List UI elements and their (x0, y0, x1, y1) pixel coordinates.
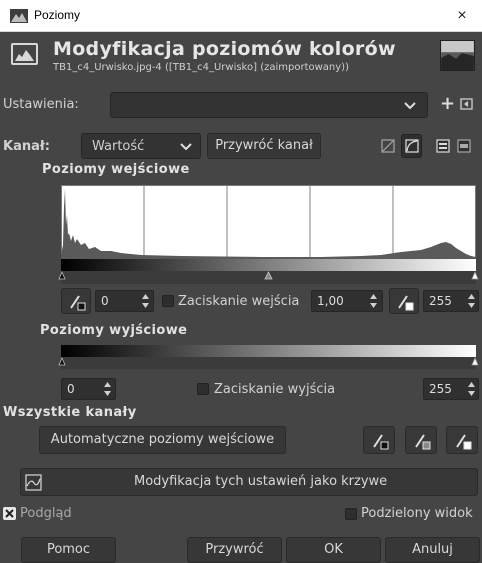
image-thumbnail (440, 40, 475, 71)
channel-value: Wartość (92, 139, 145, 154)
white-picker-icon (398, 295, 414, 311)
spin-arrows-icon[interactable] (466, 379, 477, 399)
high-output-handle[interactable] (471, 357, 479, 366)
chevron-down-icon (404, 102, 416, 110)
channel-label: Kanał: (3, 139, 50, 154)
levels-icon (11, 43, 38, 65)
dialog-subtitle: TB1_c4_Urwisko.jpg-4 ([TB1_c4_Urwisko] (… (53, 62, 349, 73)
pick-white-all-button[interactable] (446, 426, 478, 454)
presets-combo[interactable] (110, 92, 428, 118)
high-output-value: 255 (429, 382, 452, 396)
spin-arrows-icon[interactable] (466, 291, 477, 311)
channel-combo[interactable]: Wartość (81, 133, 201, 159)
chevron-down-icon (180, 143, 192, 151)
pick-white-input-button[interactable] (389, 288, 419, 314)
split-view-checkbox[interactable] (345, 508, 357, 520)
black-picker-icon (373, 434, 389, 450)
picker-view-icon[interactable] (436, 139, 450, 153)
spin-arrows-icon[interactable] (102, 379, 113, 399)
preview-label: Podgląd (20, 506, 72, 521)
close-window-button[interactable]: × (448, 4, 476, 28)
black-picker-icon (70, 295, 86, 311)
split-view-label: Podzielony widok (361, 506, 473, 521)
clamp-output-checkbox[interactable] (197, 383, 209, 395)
preview-checkbox[interactable] (3, 507, 16, 520)
input-levels-heading: Poziomy wejściowe (42, 162, 190, 177)
pick-black-input-button[interactable] (61, 288, 91, 314)
white-picker-icon (456, 434, 472, 450)
all-channels-heading: Wszystkie kanały (3, 405, 137, 420)
output-levels-heading: Poziomy wyjściowe (40, 323, 188, 338)
low-output-handle[interactable] (58, 357, 66, 366)
histogram-graph (61, 185, 476, 259)
edit-as-curves-button[interactable]: Modyfikacja tych ustawień jako krzywe (20, 468, 478, 496)
clamp-input-label: Zaciskanie wejścia (178, 294, 300, 309)
log-histogram-icon (405, 139, 419, 153)
window-title: Poziomy (34, 8, 81, 22)
log-histogram-button[interactable] (401, 134, 422, 158)
linear-histogram-icon[interactable] (381, 139, 395, 153)
gamma-handle[interactable] (264, 271, 273, 280)
spin-arrows-icon[interactable] (368, 291, 379, 311)
low-input-handle[interactable] (58, 271, 66, 280)
gray-picker-icon (415, 434, 431, 450)
reset-button[interactable]: Przywróć (187, 537, 282, 563)
low-output-value: 0 (67, 382, 75, 396)
help-button[interactable]: Pomoc (21, 537, 116, 563)
input-gradient-bar (61, 259, 476, 271)
dialog-title: Modyfikacja poziomów kolorów (53, 38, 396, 60)
reset-channel-button[interactable]: Przywróć kanał (207, 133, 321, 159)
clamp-output-label: Zaciskanie wyjścia (214, 382, 336, 397)
presets-label: Ustawienia: (3, 97, 79, 112)
edit-as-curves-label: Modyfikacja tych ustawień jako krzywe (134, 474, 388, 489)
output-gradient-bar (61, 345, 476, 357)
ok-button[interactable]: OK (286, 537, 381, 563)
gimp-app-icon (10, 9, 28, 23)
clamp-input-checkbox[interactable] (162, 295, 174, 307)
pick-gray-all-button[interactable] (405, 426, 437, 454)
cancel-button[interactable]: Anuluj (385, 537, 480, 563)
preset-menu-icon[interactable] (460, 98, 473, 110)
channel-toggle-icon[interactable] (457, 139, 471, 153)
high-input-handle[interactable] (471, 271, 479, 280)
pick-black-all-button[interactable] (363, 426, 395, 454)
checkmark-x-icon (5, 509, 14, 518)
auto-input-levels-button[interactable]: Automatyczne poziomy wejściowe (39, 426, 286, 454)
add-preset-button[interactable]: + (440, 94, 455, 114)
curves-icon (25, 474, 42, 491)
low-input-value: 0 (101, 294, 109, 308)
high-input-value: 255 (429, 294, 452, 308)
output-levels-slider[interactable] (61, 357, 476, 369)
spin-arrows-icon[interactable] (140, 291, 151, 311)
gamma-value: 1,00 (317, 294, 344, 308)
